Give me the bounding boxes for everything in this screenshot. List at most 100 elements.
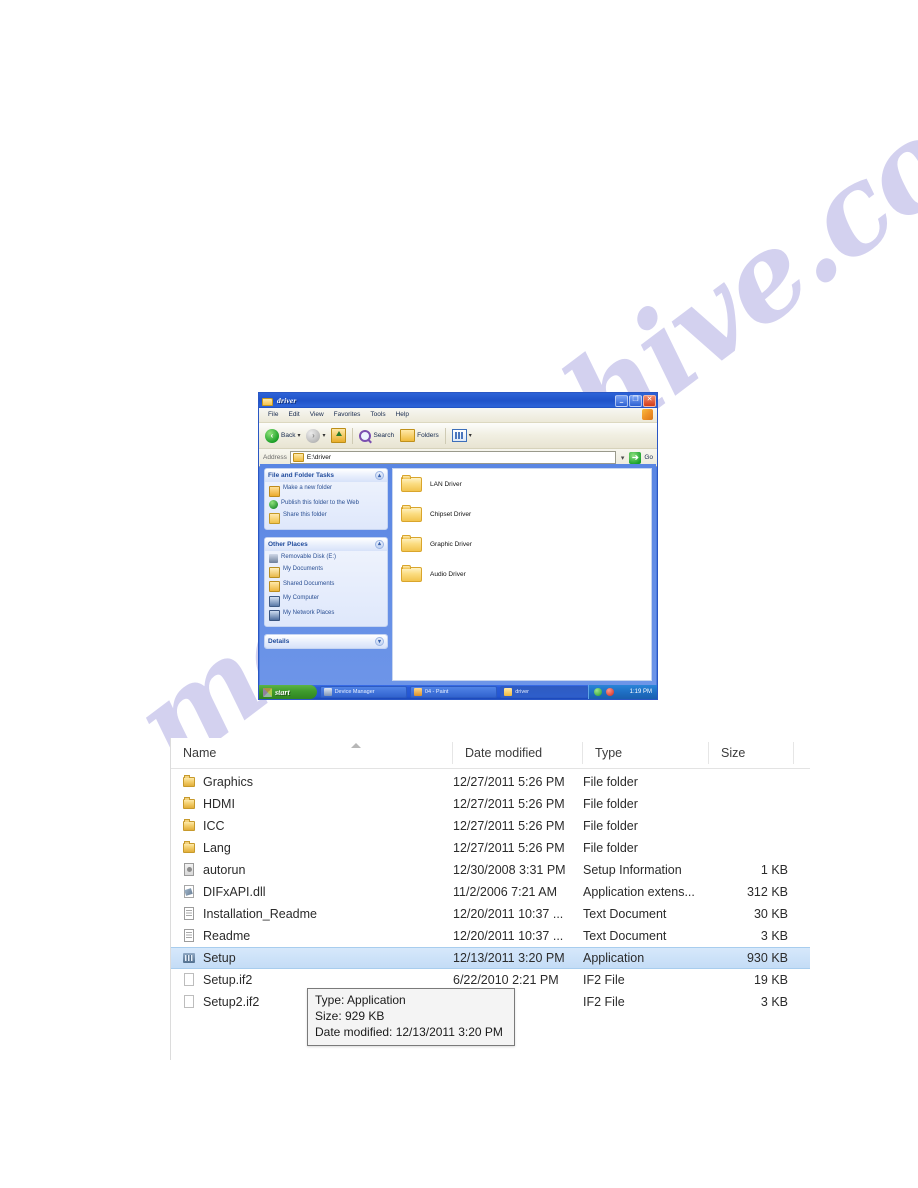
file-type: Application extens... — [583, 885, 695, 899]
folder-item-graphic-driver[interactable]: Graphic Driver — [401, 535, 651, 553]
folder-item-lan-driver[interactable]: LAN Driver — [401, 475, 651, 493]
folder-icon — [183, 841, 196, 855]
my-network-places-icon — [269, 610, 280, 621]
start-label: start — [275, 687, 290, 697]
taskbar-item-paint[interactable]: 04 - Paint — [409, 686, 498, 698]
clock[interactable]: 1:19 PM — [630, 689, 657, 695]
place-label: My Network Places — [283, 609, 335, 616]
folders-button[interactable]: Folders — [398, 428, 441, 443]
menu-item-view[interactable]: View — [305, 411, 329, 419]
file-date: 12/27/2011 5:26 PM — [453, 841, 565, 855]
tooltip-size: Size: 929 KB — [315, 1008, 385, 1023]
file-type: File folder — [583, 819, 638, 833]
xp-explorer-window: driver _ ❐ ✕ File Edit View Favorites To… — [258, 392, 658, 700]
table-row[interactable]: Installation_Readme 12/20/2011 10:37 ...… — [171, 903, 810, 925]
chevron-down-icon[interactable]: ▾ — [375, 637, 384, 646]
forward-button[interactable]: › ▾ — [304, 428, 327, 444]
file-date: 12/30/2008 3:31 PM — [453, 863, 566, 877]
address-input[interactable]: E:\driver — [289, 451, 616, 464]
file-name-cell: DIFxAPI.dll — [171, 885, 453, 899]
close-button[interactable]: ✕ — [643, 394, 656, 407]
folder-icon-small — [292, 453, 304, 462]
panel-header[interactable]: File and Folder Tasks ▴ — [265, 469, 387, 482]
table-row-selected[interactable]: Setup 12/13/2011 3:20 PM Application 930… — [171, 947, 810, 969]
panel-title: File and Folder Tasks — [268, 472, 334, 479]
tray-network-icon[interactable] — [593, 688, 602, 696]
taskbar-item-driver[interactable]: driver — [500, 686, 588, 698]
table-row[interactable]: autorun 12/30/2008 3:31 PM Setup Informa… — [171, 859, 810, 881]
chevron-up-icon[interactable]: ▴ — [375, 471, 384, 480]
table-row[interactable]: Readme 12/20/2011 10:37 ... Text Documen… — [171, 925, 810, 947]
menu-item-help[interactable]: Help — [391, 411, 414, 419]
column-header-name[interactable]: Name — [171, 742, 453, 764]
task-share-this-folder[interactable]: Share this folder — [269, 512, 384, 524]
views-button[interactable]: ▾ — [450, 428, 474, 443]
taskbar-item-label: Device Manager — [334, 689, 375, 695]
place-my-network-places[interactable]: My Network Places — [269, 609, 384, 621]
folder-icon — [504, 688, 513, 696]
table-row[interactable]: Graphics 12/27/2011 5:26 PM File folder — [171, 771, 810, 793]
column-header-date-modified[interactable]: Date modified — [453, 742, 583, 764]
views-dropdown-icon[interactable]: ▾ — [469, 432, 472, 439]
search-button[interactable]: Search — [357, 429, 396, 443]
menu-item-tools[interactable]: Tools — [365, 411, 390, 419]
place-shared-documents[interactable]: Shared Documents — [269, 581, 384, 592]
minimize-button[interactable]: _ — [615, 394, 628, 407]
column-header-label: Name — [183, 746, 217, 760]
file-date: 12/27/2011 5:26 PM — [453, 797, 565, 811]
xp-sidebar: File and Folder Tasks ▴ Make a new folde… — [264, 468, 388, 681]
my-computer-icon — [269, 595, 280, 607]
file-size: 930 KB — [746, 951, 788, 965]
file-name: Installation_Readme — [203, 907, 317, 921]
folder-label: LAN Driver — [430, 480, 462, 488]
address-dropdown-icon[interactable]: ▾ — [619, 454, 627, 462]
taskbar-item-device-manager[interactable]: Device Manager — [319, 686, 407, 698]
forward-dropdown-icon[interactable]: ▾ — [322, 432, 325, 439]
application-icon — [183, 951, 196, 965]
task-make-new-folder[interactable]: Make a new folder — [269, 485, 384, 497]
menu-item-file[interactable]: File — [263, 411, 283, 419]
folder-label: Chipset Driver — [430, 510, 472, 518]
panel-body: Removable Disk (E:) My Documents Shared … — [265, 551, 387, 627]
panel-header[interactable]: Details ▾ — [265, 635, 387, 648]
system-tray: 1:19 PM — [587, 685, 658, 699]
file-name-cell: Graphics — [171, 775, 453, 789]
file-name-cell: autorun — [171, 863, 453, 877]
panel-header[interactable]: Other Places ▴ — [265, 537, 387, 551]
table-row[interactable]: DIFxAPI.dll 11/2/2006 7:21 AM Applicatio… — [171, 881, 810, 903]
place-my-documents[interactable]: My Documents — [269, 566, 384, 578]
column-header-size[interactable]: Size — [709, 742, 794, 764]
file-type: Text Document — [583, 907, 667, 921]
maximize-button[interactable]: ❐ — [629, 394, 642, 407]
task-publish-folder-to-web[interactable]: Publish this folder to the Web — [269, 500, 384, 509]
file-type: File folder — [583, 841, 638, 855]
close-icon: ✕ — [646, 395, 653, 403]
removable-disk-icon — [269, 554, 278, 563]
tray-alert-icon[interactable] — [605, 688, 614, 696]
search-icon — [359, 429, 372, 442]
go-arrow-icon[interactable]: ➔ — [629, 451, 642, 464]
table-row[interactable]: Lang 12/27/2011 5:26 PM File folder — [171, 837, 810, 859]
table-row[interactable]: ICC 12/27/2011 5:26 PM File folder — [171, 815, 810, 837]
menu-item-edit[interactable]: Edit — [283, 411, 304, 419]
folder-item-audio-driver[interactable]: Audio Driver — [401, 565, 651, 583]
address-value: E:\driver — [306, 454, 332, 461]
back-dropdown-icon[interactable]: ▾ — [297, 432, 300, 439]
blank-file-icon — [183, 995, 196, 1009]
file-name: autorun — [203, 863, 246, 877]
column-header-type[interactable]: Type — [583, 742, 709, 764]
task-label: Make a new folder — [283, 485, 333, 491]
menu-item-favorites[interactable]: Favorites — [329, 411, 366, 419]
table-row[interactable]: HDMI 12/27/2011 5:26 PM File folder — [171, 793, 810, 815]
place-removable-disk[interactable]: Removable Disk (E:) — [269, 554, 384, 563]
folder-icon — [262, 396, 273, 406]
taskbar-item-label: 04 - Paint — [424, 689, 449, 695]
back-button[interactable]: ‹ Back ▾ — [263, 428, 302, 444]
task-label: Share this folder — [283, 512, 327, 518]
place-my-computer[interactable]: My Computer — [269, 595, 384, 607]
up-button[interactable] — [329, 427, 348, 444]
folder-item-chipset-driver[interactable]: Chipset Driver — [401, 505, 651, 523]
file-name: Setup2.if2 — [203, 995, 260, 1009]
chevron-up-icon[interactable]: ▴ — [375, 539, 384, 549]
start-button[interactable]: start — [259, 685, 317, 699]
